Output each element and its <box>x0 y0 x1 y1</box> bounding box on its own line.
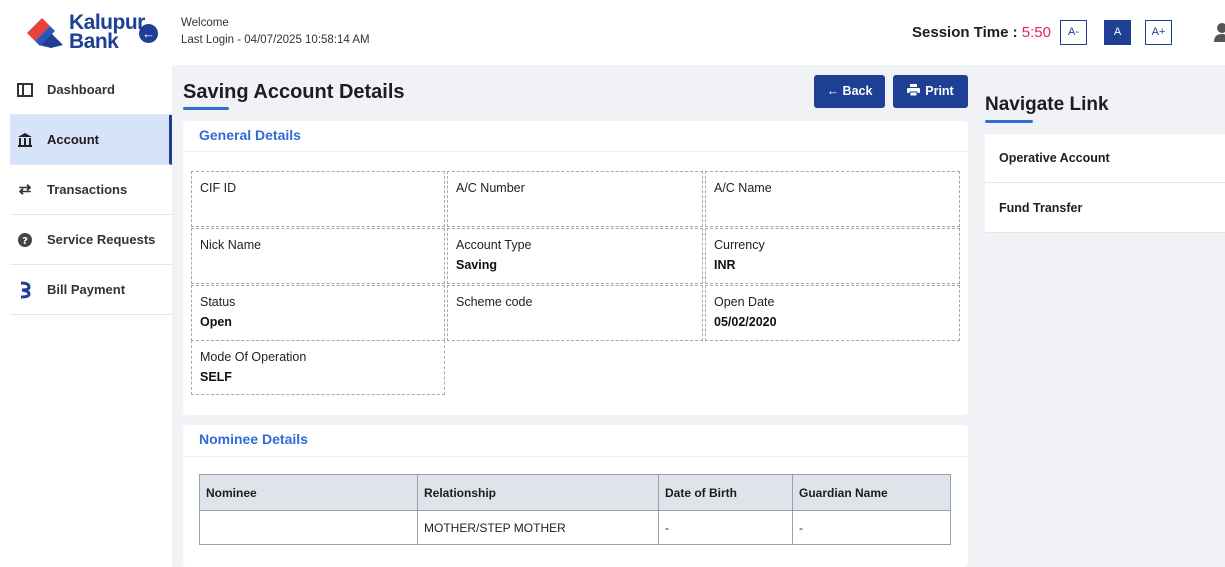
sidebar-item-dashboard[interactable]: Dashboard <box>10 65 172 115</box>
column-header: Guardian Name <box>792 474 951 511</box>
table-header-row: Nominee Relationship Date of Birth Guard… <box>199 474 951 511</box>
detail-nick-name: Nick Name <box>191 228 445 284</box>
field-label: CIF ID <box>200 181 237 195</box>
table-cell: MOTHER/STEP MOTHER <box>417 510 659 545</box>
field-value: Open <box>200 315 232 329</box>
top-header: Kalupur Bank ← Welcome Last Login - 04/0… <box>0 0 1225 65</box>
bank-icon <box>18 133 32 147</box>
table-cell: - <box>658 510 793 545</box>
table-cell: - <box>792 510 951 545</box>
brand-line-2: Bank <box>69 30 119 53</box>
detail-currency: Currency INR <box>705 228 960 284</box>
field-label: Mode Of Operation <box>200 350 307 364</box>
print-label: Print <box>925 84 954 98</box>
page-title: Saving Account Details <box>183 81 405 103</box>
sidebar-item-account[interactable]: Account <box>10 115 172 165</box>
sidebar-item-label: Service Requests <box>47 232 156 247</box>
session-timer: Session Time : 5:50 <box>912 24 1051 41</box>
general-details-title: General Details <box>199 127 301 143</box>
field-value: 05/02/2020 <box>714 315 777 329</box>
column-header: Date of Birth <box>658 474 793 511</box>
svg-text:?: ? <box>22 236 28 247</box>
font-decrease-button[interactable]: A- <box>1060 20 1087 45</box>
field-label: Status <box>200 295 236 309</box>
sidebar: Dashboard Account ⇄ Transactions ? Servi… <box>0 65 172 567</box>
detail-status: Status Open <box>191 285 445 341</box>
table-cell <box>199 510 418 545</box>
detail-account-type: Account Type Saving <box>447 228 703 284</box>
navigate-link-panel: Operative Account Fund Transfer <box>985 134 1225 233</box>
detail-scheme-code: Scheme code <box>447 285 703 341</box>
card-divider <box>183 151 968 152</box>
title-underline <box>183 107 229 110</box>
field-value: INR <box>714 258 736 272</box>
sidebar-item-transactions[interactable]: ⇄ Transactions <box>10 165 172 215</box>
nav-link-operative-account[interactable]: Operative Account <box>985 134 1225 183</box>
title-underline <box>985 120 1033 123</box>
field-value: Saving <box>456 258 497 272</box>
field-label: Account Type <box>456 238 532 252</box>
sidebar-item-bill-payment[interactable]: Bill Payment <box>10 265 172 315</box>
detail-ac-name: A/C Name <box>705 171 960 227</box>
sidebar-item-label: Dashboard <box>47 82 115 97</box>
question-icon: ? <box>18 233 32 247</box>
nominee-details-title: Nominee Details <box>199 431 308 447</box>
welcome-text: Welcome <box>181 17 229 29</box>
font-normal-button[interactable]: A <box>1104 20 1131 45</box>
session-time: 5:50 <box>1021 24 1051 41</box>
field-label: Currency <box>714 238 765 252</box>
field-label: Nick Name <box>200 238 262 252</box>
nav-link-fund-transfer[interactable]: Fund Transfer <box>985 184 1225 233</box>
user-icon[interactable] <box>1213 22 1225 42</box>
detail-cif-id: CIF ID <box>191 171 445 227</box>
printer-icon <box>907 84 921 97</box>
table-row: MOTHER/STEP MOTHER - - <box>199 510 951 545</box>
detail-mode-of-operation: Mode Of Operation SELF <box>191 340 445 395</box>
session-label: Session Time : <box>912 24 1022 41</box>
field-label: Open Date <box>714 295 775 309</box>
field-label: Scheme code <box>456 295 533 309</box>
detail-open-date: Open Date 05/02/2020 <box>705 285 960 341</box>
welcome-block: Welcome Last Login - 04/07/2025 10:58:14… <box>181 15 370 49</box>
field-label: A/C Number <box>456 181 525 195</box>
card-divider <box>183 456 968 457</box>
sidebar-item-service-requests[interactable]: ? Service Requests <box>10 215 172 265</box>
font-increase-button[interactable]: A+ <box>1145 20 1172 45</box>
sidebar-item-label: Transactions <box>47 182 128 197</box>
navigate-link-title: Navigate Link <box>985 94 1109 115</box>
nav-link-label: Fund Transfer <box>999 201 1083 215</box>
field-label: A/C Name <box>714 181 772 195</box>
sidebar-collapse-icon[interactable]: ← <box>139 24 158 43</box>
bill-payment-icon <box>20 281 31 299</box>
swap-arrows-icon: ⇄ <box>18 181 32 198</box>
nav-link-label: Operative Account <box>999 151 1110 165</box>
column-header: Relationship <box>417 474 659 511</box>
column-header: Nominee <box>199 474 418 511</box>
dashboard-icon <box>17 83 33 97</box>
sidebar-item-label: Bill Payment <box>47 282 126 297</box>
last-login-text: Last Login - 04/07/2025 10:58:14 AM <box>181 34 370 46</box>
bank-name: Kalupur Bank <box>69 12 145 53</box>
field-value: SELF <box>200 370 232 384</box>
sidebar-item-label: Account <box>47 132 99 147</box>
print-button[interactable]: Print <box>893 75 968 108</box>
kalupur-logo-icon <box>27 18 63 48</box>
nominee-table: Nominee Relationship Date of Birth Guard… <box>199 474 951 545</box>
detail-ac-number: A/C Number <box>447 171 703 227</box>
back-button[interactable]: ← Back <box>814 75 885 108</box>
